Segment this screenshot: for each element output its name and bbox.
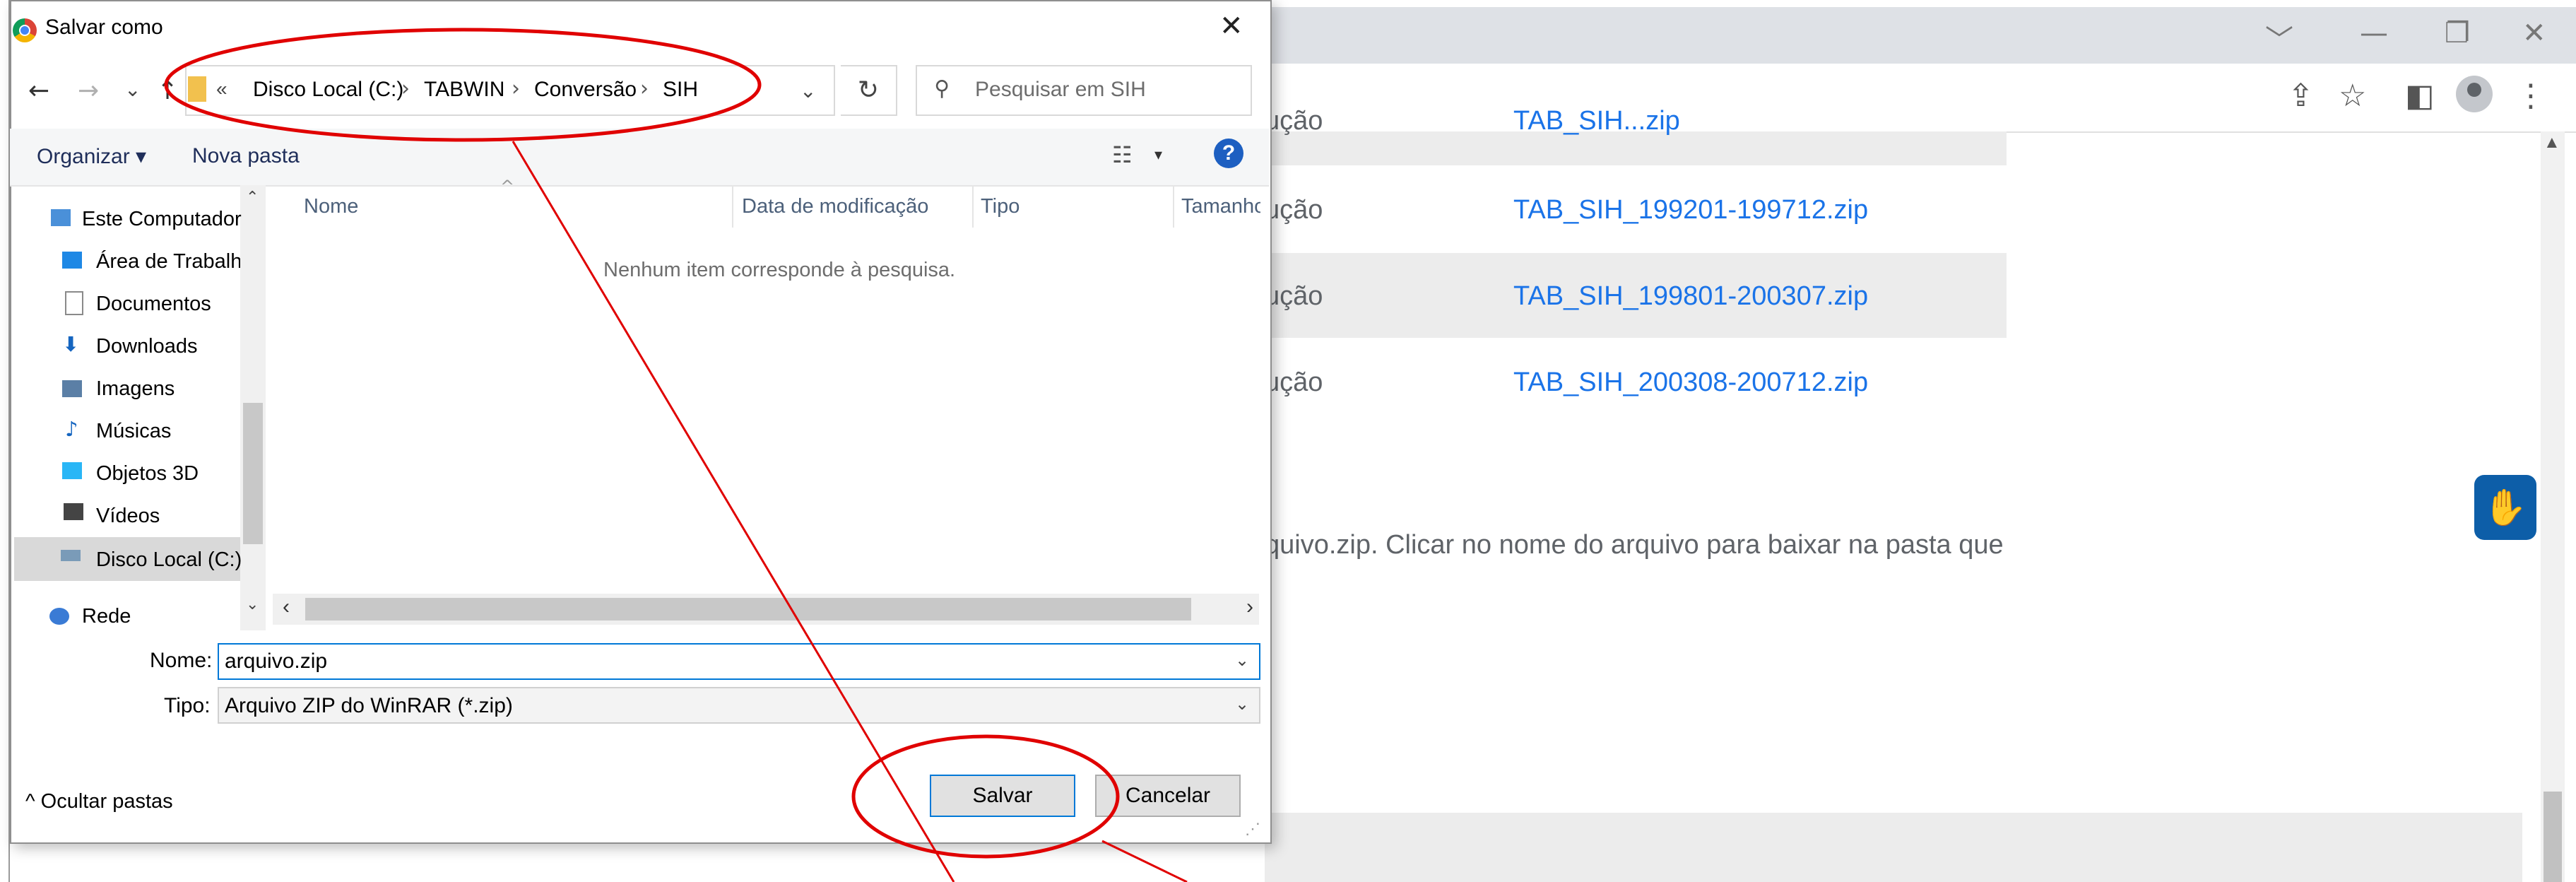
filetype-value: Arquivo ZIP do WinRAR (*.zip) — [225, 694, 513, 717]
breadcrumb-conversao[interactable]: Conversão — [534, 78, 637, 102]
organize-button[interactable]: Organizar ▾ — [37, 144, 146, 169]
documents-icon — [65, 291, 83, 315]
page-scrollbar-thumb[interactable] — [2543, 792, 2562, 882]
dialog-close-icon[interactable]: ✕ — [1219, 10, 1243, 42]
column-header-tamanho[interactable]: Tamanho — [1181, 195, 1260, 218]
chrome-toolbar — [1265, 64, 2576, 133]
folder-icon — [188, 76, 206, 102]
filename-history-chevron-icon[interactable]: ⌄ — [1235, 650, 1249, 670]
minimize-icon[interactable]: — — [2360, 17, 2388, 49]
tree-item-imagens[interactable]: Imagens — [96, 377, 175, 401]
forward-arrow-icon[interactable]: → — [78, 76, 99, 105]
instruction-text: quivo.zip. Clicar no nome do arquivo par… — [1265, 530, 2004, 560]
tree-scrollbar-thumb[interactable] — [243, 403, 263, 544]
tab-search-icon[interactable]: ﹀ — [2265, 17, 2293, 58]
column-header-data-modificacao[interactable]: Data de modificação — [742, 195, 928, 218]
list-item-label: ução — [1265, 195, 1323, 225]
view-options-chevron-icon[interactable]: ▾ — [1154, 146, 1162, 164]
tree-item-videos[interactable]: Vídeos — [96, 505, 160, 528]
view-options-icon[interactable]: ☷ — [1112, 141, 1133, 168]
search-icon: ⚲ — [934, 76, 950, 101]
dialog-title: Salvar como — [45, 16, 163, 39]
page-footer-band — [1265, 813, 2522, 882]
download-link[interactable]: TAB_SIH_199201-199712.zip — [1513, 195, 1868, 225]
page-scrollbar[interactable] — [2541, 131, 2565, 882]
empty-list-message: Nenhum item corresponde à pesquisa. — [603, 259, 956, 281]
breadcrumb-chevron-icon[interactable]: › — [401, 76, 410, 101]
download-link[interactable]: TAB_SIH...zip — [1513, 106, 1680, 136]
column-divider[interactable] — [972, 185, 974, 228]
search-input[interactable] — [974, 75, 1245, 105]
address-overflow-icon[interactable]: « — [216, 78, 228, 100]
file-list-hscrollbar-thumb[interactable] — [305, 598, 1191, 621]
pictures-icon — [62, 380, 82, 397]
network-icon — [49, 608, 69, 625]
breadcrumb-chevron-icon[interactable]: › — [512, 76, 520, 101]
save-button[interactable]: Salvar — [930, 775, 1075, 817]
downloads-icon: ⬇ — [62, 332, 80, 356]
filetype-chevron-icon[interactable]: ⌄ — [1235, 694, 1249, 714]
filename-label: Nome: — [150, 649, 213, 672]
scroll-left-icon[interactable]: ‹ — [283, 595, 290, 619]
chrome-menu-icon[interactable]: ⋮ — [2515, 78, 2546, 114]
list-item-label: ução — [1265, 368, 1323, 397]
recent-locations-icon[interactable]: ⌄ — [124, 78, 141, 101]
refresh-icon[interactable]: ↻ — [841, 65, 897, 116]
music-icon: ♪ — [65, 417, 78, 441]
restore-icon[interactable]: ❐ — [2445, 17, 2470, 49]
breadcrumb-disco-local[interactable]: Disco Local (C:) — [253, 78, 403, 102]
address-history-chevron-icon[interactable]: ⌄ — [800, 79, 816, 102]
drive-icon — [61, 550, 81, 561]
tree-item-rede[interactable]: Rede — [82, 605, 131, 628]
cancel-button[interactable]: Cancelar — [1095, 775, 1241, 817]
download-link[interactable]: TAB_SIH_199801-200307.zip — [1513, 281, 1868, 312]
accessibility-widget-icon[interactable]: ✋ — [2474, 475, 2536, 540]
list-item-label: ução — [1265, 106, 1323, 136]
tree-item-objetos-3d[interactable]: Objetos 3D — [96, 462, 199, 486]
back-arrow-icon[interactable]: ← — [28, 76, 49, 105]
tree-item-este-computador[interactable]: Este Computador — [82, 208, 242, 231]
list-row-band — [1265, 131, 2007, 165]
column-divider[interactable] — [1173, 185, 1174, 228]
bookmark-star-icon[interactable]: ☆ — [2339, 78, 2366, 114]
chrome-logo-icon — [13, 18, 37, 42]
computer-icon — [51, 209, 71, 226]
share-icon[interactable]: ⇪ — [2288, 78, 2314, 114]
profile-avatar[interactable] — [2456, 76, 2493, 112]
tree-scroll-up-icon[interactable]: ⌃ — [246, 188, 259, 206]
window-close-icon[interactable]: ✕ — [2522, 17, 2546, 49]
column-header-tipo[interactable]: Tipo — [981, 195, 1020, 218]
scroll-up-icon[interactable]: ▲ — [2543, 133, 2560, 153]
breadcrumb-tabwin[interactable]: TABWIN — [424, 78, 504, 102]
tree-item-downloads[interactable]: Downloads — [96, 335, 197, 358]
tree-item-disco-local[interactable]: Disco Local (C:) — [96, 548, 242, 572]
sort-ascending-icon: ^ — [500, 177, 515, 196]
download-link[interactable]: TAB_SIH_200308-200712.zip — [1513, 368, 1868, 398]
column-header-nome[interactable]: Nome — [304, 195, 358, 218]
videos-icon — [64, 503, 83, 520]
desktop-icon — [62, 252, 82, 269]
tree-item-documentos[interactable]: Documentos — [96, 293, 211, 316]
list-item-label: ução — [1265, 281, 1323, 311]
tree-item-area-de-trabalho[interactable]: Área de Trabalho — [96, 250, 240, 274]
column-divider[interactable] — [732, 185, 733, 228]
tree-item-musicas[interactable]: Músicas — [96, 420, 171, 443]
help-icon[interactable]: ? — [1214, 139, 1243, 168]
breadcrumb-chevron-icon[interactable]: › — [640, 76, 649, 101]
filetype-label: Tipo: — [164, 694, 211, 717]
resize-grip-icon[interactable]: ⋰ — [1245, 820, 1260, 838]
breadcrumb-sih[interactable]: SIH — [663, 78, 698, 102]
hide-folders-toggle[interactable]: ^ Ocultar pastas — [25, 790, 173, 813]
up-folder-icon[interactable]: ↑ — [157, 76, 178, 105]
tree-scroll-down-icon[interactable]: ⌄ — [246, 595, 259, 613]
3d-objects-icon — [62, 462, 82, 479]
new-folder-button[interactable]: Nova pasta — [192, 144, 300, 168]
scroll-right-icon[interactable]: › — [1246, 595, 1253, 619]
filename-input[interactable] — [218, 643, 1260, 680]
chrome-title-bar: ﹀ — ❐ ✕ — [1265, 7, 2576, 64]
side-panel-icon[interactable]: ◧ — [2405, 78, 2435, 114]
